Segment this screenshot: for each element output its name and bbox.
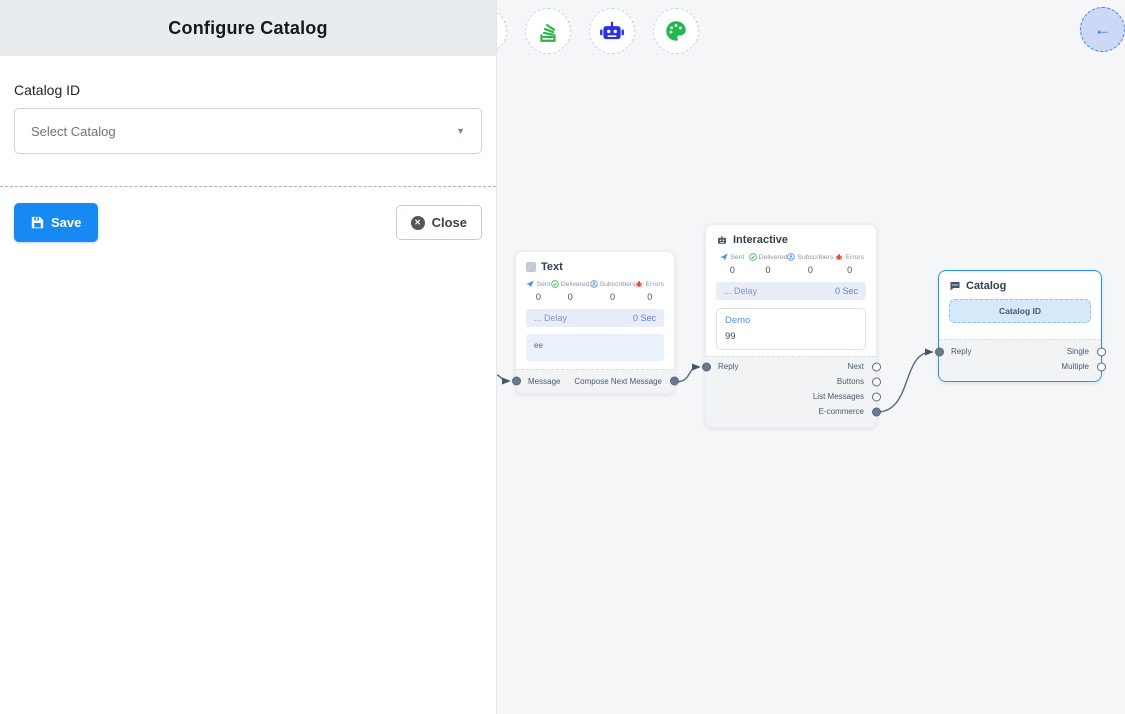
edge-text-to-interactive <box>675 367 699 382</box>
panel-actions: Save ✕ Close <box>0 187 496 258</box>
text-node-icon <box>526 262 536 272</box>
interactive-card-title: Demo <box>725 315 857 326</box>
back-button[interactable]: ← <box>1080 7 1125 52</box>
save-button[interactable]: Save <box>14 203 98 242</box>
errors-icon <box>835 253 843 261</box>
interactive-next-output-handle[interactable] <box>872 362 881 371</box>
stat-delivered: Delivered 0 <box>749 253 788 275</box>
catalog-input-label: Reply <box>951 347 971 356</box>
text-node-stats: Sent 0 Delivered 0 Subscribers 0 Errors … <box>526 280 664 302</box>
subscribers-icon <box>787 253 795 261</box>
flow-canvas[interactable]: ← Text Sent 0 <box>497 0 1125 714</box>
close-button[interactable]: ✕ Close <box>396 205 482 240</box>
delivered-icon <box>749 253 757 261</box>
stat-sent: Sent 0 <box>526 280 551 302</box>
panel-body: Catalog ID Select Catalog ▼ <box>0 56 496 154</box>
text-message-box[interactable]: ee <box>526 334 664 361</box>
errors-icon <box>635 280 643 288</box>
edge-into-text-message <box>497 375 509 381</box>
stat-delivered: Delivered 0 <box>551 280 590 302</box>
interactive-output-listmessages-label: List Messages <box>813 392 864 401</box>
catalog-multiple-output-handle[interactable] <box>1097 362 1106 371</box>
catalog-node-title: Catalog <box>966 280 1006 292</box>
catalog-select[interactable]: Select Catalog ▼ <box>14 108 482 154</box>
interactive-content-card[interactable]: Demo 99 <box>716 308 866 350</box>
panel-header: Configure Catalog <box>0 0 496 56</box>
stat-errors: Errors 0 <box>635 280 664 302</box>
node-text[interactable]: Text Sent 0 Delivered 0 Subscribers 0 <box>515 251 675 394</box>
stat-errors: Errors 0 <box>833 253 866 275</box>
toolbar-hidden-button[interactable] <box>497 8 507 54</box>
catalog-select-value: Select Catalog <box>31 124 116 139</box>
interactive-node-icon <box>716 234 728 246</box>
robot-icon <box>599 18 625 44</box>
catalog-node-body: Catalog <box>939 271 1101 292</box>
interactive-card-value: 99 <box>725 331 857 342</box>
text-input-label: Message <box>528 377 560 386</box>
save-icon <box>31 216 44 229</box>
text-node-footer: Message Compose Next Message <box>516 369 674 393</box>
node-interactive[interactable]: Interactive Sent 0 Delivered 0 Subscribe… <box>705 224 877 428</box>
catalog-id-label: Catalog ID <box>14 82 482 98</box>
catalog-node-footer: Reply Single Multiple <box>939 339 1101 381</box>
close-button-label: Close <box>432 215 467 230</box>
text-delay-row[interactable]: ... Delay 0 Sec <box>526 309 664 327</box>
interactive-node-title: Interactive <box>733 234 788 246</box>
catalog-id-chip[interactable]: Catalog ID <box>949 299 1091 323</box>
text-node-title: Text <box>541 261 563 273</box>
text-output-label: Compose Next Message <box>574 377 662 386</box>
catalog-output-multiple-label: Multiple <box>1061 362 1089 371</box>
configure-catalog-panel: Configure Catalog Catalog ID Select Cata… <box>0 0 497 714</box>
interactive-node-footer: Reply Next Buttons List Messages E-comme… <box>706 356 876 427</box>
catalog-single-output-handle[interactable] <box>1097 347 1106 356</box>
interactive-delay-row[interactable]: ... Delay 0 Sec <box>716 282 866 300</box>
toolbar-robot-button[interactable] <box>589 8 635 54</box>
catalog-output-single-label: Single <box>1067 347 1089 356</box>
edge-interactive-to-catalog <box>877 352 932 412</box>
chevron-down-icon: ▼ <box>456 126 465 136</box>
close-icon: ✕ <box>411 216 425 230</box>
catalog-node-icon <box>949 280 961 292</box>
interactive-output-ecommerce-label: E-commerce <box>819 407 864 416</box>
interactive-input-label: Reply <box>718 362 738 371</box>
text-node-body: Text Sent 0 Delivered 0 Subscribers 0 <box>516 252 674 361</box>
delivered-icon <box>551 280 559 288</box>
text-compose-output-handle[interactable] <box>670 377 679 386</box>
stat-subscribers: Subscribers 0 <box>787 253 833 275</box>
page-title: Configure Catalog <box>168 18 327 39</box>
save-button-label: Save <box>51 215 81 230</box>
text-message-input-handle[interactable] <box>512 377 521 386</box>
interactive-node-stats: Sent 0 Delivered 0 Subscribers 0 Errors … <box>716 253 866 275</box>
catalog-reply-input-handle[interactable] <box>935 347 944 356</box>
node-catalog[interactable]: Catalog Catalog ID Reply Single Multiple <box>938 270 1102 382</box>
interactive-output-buttons-label: Buttons <box>837 377 864 386</box>
stat-sent: Sent 0 <box>716 253 749 275</box>
app: Configure Catalog Catalog ID Select Cata… <box>0 0 1125 714</box>
stack-icon <box>535 18 561 44</box>
toolbar-stack-button[interactable] <box>525 8 571 54</box>
interactive-ecommerce-output-handle[interactable] <box>872 407 881 416</box>
palette-icon <box>663 18 689 44</box>
toolbar-palette-button[interactable] <box>653 8 699 54</box>
interactive-output-next-label: Next <box>848 362 864 371</box>
sent-icon <box>526 280 534 288</box>
sent-icon <box>720 253 728 261</box>
stat-subscribers: Subscribers 0 <box>590 280 636 302</box>
interactive-node-body: Interactive Sent 0 Delivered 0 Subscribe… <box>706 225 876 350</box>
subscribers-icon <box>590 280 598 288</box>
interactive-reply-input-handle[interactable] <box>702 362 711 371</box>
back-arrow-icon: ← <box>1094 20 1111 40</box>
interactive-buttons-output-handle[interactable] <box>872 377 881 386</box>
interactive-listmessages-output-handle[interactable] <box>872 392 881 401</box>
